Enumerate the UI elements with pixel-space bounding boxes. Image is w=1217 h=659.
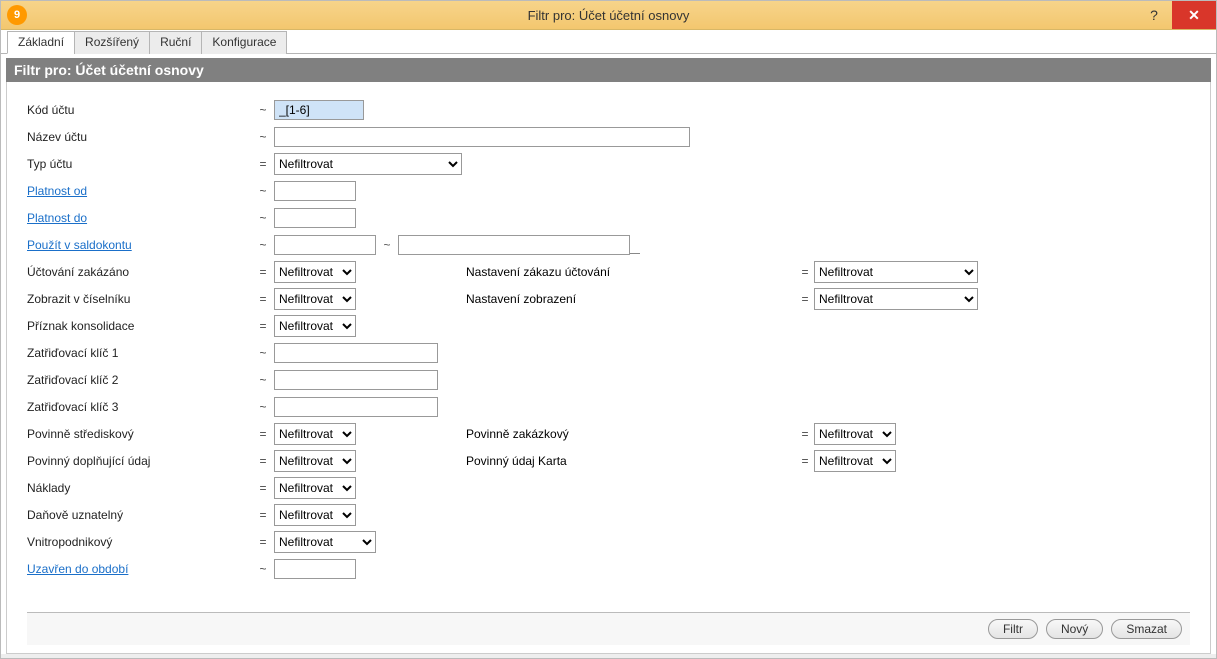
label-danove-uznatelny: Daňově uznatelný xyxy=(27,508,252,522)
op-danove-uznatelny: = xyxy=(252,508,274,522)
label-pov-udaj-karta: Povinný údaj Karta xyxy=(466,454,796,468)
op-zat3: ~ xyxy=(252,400,274,414)
op-priznak-konsolidace: = xyxy=(252,319,274,333)
content-area: Filtr pro: Účet účetní osnovy Kód účtu ~… xyxy=(1,54,1216,654)
input-platnost-od[interactable] xyxy=(274,181,356,201)
op-saldokontu: ~ xyxy=(252,238,274,252)
op-zat2: ~ xyxy=(252,373,274,387)
op-naklady: = xyxy=(252,481,274,495)
select-pov-doplnujici[interactable]: Nefiltrovat xyxy=(274,450,356,472)
select-pov-strediskovy[interactable]: Nefiltrovat xyxy=(274,423,356,445)
select-nastaveni-zobrazeni[interactable]: Nefiltrovat xyxy=(814,288,978,310)
op-pov-udaj-karta: = xyxy=(796,454,814,468)
label-vnitropodnikovy: Vnitropodnikový xyxy=(27,535,252,549)
select-pov-udaj-karta[interactable]: Nefiltrovat xyxy=(814,450,896,472)
input-saldokontu-to[interactable] xyxy=(398,235,630,255)
op-pov-zakazkovy: = xyxy=(796,427,814,441)
op-vnitropodnikovy: = xyxy=(252,535,274,549)
label-kod-uctu: Kód účtu xyxy=(27,103,252,117)
op-platnost-od: ~ xyxy=(252,184,274,198)
label-nastaveni-zobrazeni: Nastavení zobrazení xyxy=(466,292,796,306)
link-pouzit-v-saldokontu[interactable]: Použít v saldokontu xyxy=(27,238,252,252)
select-vnitropodnikovy[interactable]: Nefiltrovat xyxy=(274,531,376,553)
panel-title: Filtr pro: Účet účetní osnovy xyxy=(6,58,1211,82)
tab-konfigurace[interactable]: Konfigurace xyxy=(201,31,287,54)
op-uzavren-do-obdobi: ~ xyxy=(252,562,274,576)
input-platnost-do[interactable] xyxy=(274,208,356,228)
op-typ-uctu: = xyxy=(252,157,274,171)
op-nastaveni-zakazu: = xyxy=(796,265,814,279)
link-uzavren-do-obdobi[interactable]: Uzavřen do období xyxy=(27,562,252,576)
select-zobrazit-ciselniku[interactable]: Nefiltrovat xyxy=(274,288,356,310)
label-zat2: Zatřiďovací klíč 2 xyxy=(27,373,252,387)
select-danove-uznatelny[interactable]: Nefiltrovat xyxy=(274,504,356,526)
op-zobrazit-ciselniku: = xyxy=(252,292,274,306)
label-nastaveni-zakazu: Nastavení zákazu účtování xyxy=(466,265,796,279)
input-zat2[interactable] xyxy=(274,370,438,390)
input-saldokontu-from[interactable] xyxy=(274,235,376,255)
label-typ-uctu: Typ účtu xyxy=(27,157,252,171)
input-zat1[interactable] xyxy=(274,343,438,363)
link-platnost-od[interactable]: Platnost od xyxy=(27,184,252,198)
link-platnost-do[interactable]: Platnost do xyxy=(27,211,252,225)
novy-button[interactable]: Nový xyxy=(1046,619,1103,639)
panel-footer: Filtr Nový Smazat xyxy=(27,612,1190,645)
tab-rozsireny[interactable]: Rozšířený xyxy=(74,31,150,54)
select-uctovani-zakazano[interactable]: Nefiltrovat xyxy=(274,261,356,283)
op-nazev-uctu: ~ xyxy=(252,130,274,144)
label-priznak-konsolidace: Příznak konsolidace xyxy=(27,319,252,333)
op-platnost-do: ~ xyxy=(252,211,274,225)
select-priznak-konsolidace[interactable]: Nefiltrovat xyxy=(274,315,356,337)
label-zat3: Zatřiďovací klíč 3 xyxy=(27,400,252,414)
label-pov-doplnujici: Povinný doplňující údaj xyxy=(27,454,252,468)
sep-saldokontu: ~ xyxy=(376,238,398,252)
input-nazev-uctu[interactable] xyxy=(274,127,690,147)
input-zat3[interactable] xyxy=(274,397,438,417)
label-naklady: Náklady xyxy=(27,481,252,495)
op-zat1: ~ xyxy=(252,346,274,360)
select-typ-uctu[interactable]: Nefiltrovat xyxy=(274,153,462,175)
label-zobrazit-ciselniku: Zobrazit v číselníku xyxy=(27,292,252,306)
select-pov-zakazkovy[interactable]: Nefiltrovat xyxy=(814,423,896,445)
label-pov-strediskovy: Povinně střediskový xyxy=(27,427,252,441)
filter-window: 9 Filtr pro: Účet účetní osnovy ? ✕ Zákl… xyxy=(0,0,1217,659)
tab-zakladni[interactable]: Základní xyxy=(7,31,75,54)
input-kod-uctu[interactable] xyxy=(274,100,364,120)
titlebar: 9 Filtr pro: Účet účetní osnovy ? ✕ xyxy=(1,1,1216,30)
label-uctovani-zakazano: Účtování zakázáno xyxy=(27,265,252,279)
filtr-button[interactable]: Filtr xyxy=(988,619,1038,639)
select-naklady[interactable]: Nefiltrovat xyxy=(274,477,356,499)
select-nastaveni-zakazu[interactable]: Nefiltrovat xyxy=(814,261,978,283)
saldokontu-trail xyxy=(630,235,640,254)
op-nastaveni-zobrazeni: = xyxy=(796,292,814,306)
op-kod-uctu: ~ xyxy=(252,103,274,117)
label-zat1: Zatřiďovací klíč 1 xyxy=(27,346,252,360)
panel-body: Kód účtu ~ Název účtu ~ Typ účtu = Nefil… xyxy=(6,82,1211,654)
op-uctovani-zakazano: = xyxy=(252,265,274,279)
tab-bar: Základní Rozšířený Ruční Konfigurace xyxy=(1,30,1216,54)
op-pov-doplnujici: = xyxy=(252,454,274,468)
smazat-button[interactable]: Smazat xyxy=(1111,619,1182,639)
label-pov-zakazkovy: Povinně zakázkový xyxy=(466,427,796,441)
label-nazev-uctu: Název účtu xyxy=(27,130,252,144)
tab-rucni[interactable]: Ruční xyxy=(149,31,202,54)
input-uzavren-do-obdobi[interactable] xyxy=(274,559,356,579)
status-bar xyxy=(1,654,1216,658)
window-title: Filtr pro: Účet účetní osnovy xyxy=(1,8,1216,23)
op-pov-strediskovy: = xyxy=(252,427,274,441)
